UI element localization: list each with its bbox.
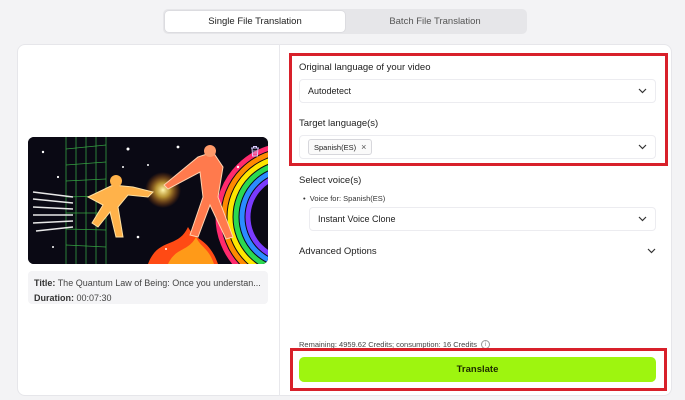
- video-thumbnail: [28, 137, 268, 264]
- remove-chip-icon[interactable]: ×: [361, 142, 366, 152]
- video-duration-value: 00:07:30: [76, 293, 112, 303]
- advanced-options-label: Advanced Options: [299, 245, 377, 257]
- translate-button[interactable]: Translate: [299, 357, 656, 382]
- translation-mode-tabs: Single File Translation Batch File Trans…: [163, 9, 527, 34]
- video-title-label: Title:: [34, 278, 56, 288]
- bullet-icon: •: [303, 194, 310, 203]
- video-duration-label: Duration:: [34, 293, 74, 303]
- original-language-value: Autodetect: [308, 86, 352, 96]
- target-language-chip-label: Spanish(ES): [314, 142, 357, 152]
- video-title-row: Title: The Quantum Law of Being: Once yo…: [34, 276, 266, 291]
- target-language-select[interactable]: Spanish(ES) ×: [299, 135, 656, 159]
- original-language-select[interactable]: Autodetect: [299, 79, 656, 103]
- voice-for-label: • Voice for: Spanish(ES): [303, 194, 385, 203]
- video-title-value: The Quantum Law of Being: Once you under…: [57, 278, 261, 288]
- voice-value: Instant Voice Clone: [318, 214, 396, 224]
- chevron-down-icon: [638, 216, 647, 222]
- info-icon[interactable]: i: [481, 340, 491, 349]
- video-artwork: [28, 137, 268, 264]
- video-duration-row: Duration: 00:07:30: [34, 291, 266, 306]
- chevron-down-icon: [647, 248, 656, 254]
- delete-video-icon[interactable]: [250, 145, 260, 157]
- chevron-down-icon: [638, 88, 647, 94]
- target-language-label: Target language(s): [299, 118, 379, 129]
- voice-for-text: Voice for: Spanish(ES): [309, 194, 386, 203]
- original-language-label: Original language of your video: [299, 62, 431, 73]
- credits-text: Remaining: 4959.62 Credits; consumption:…: [299, 340, 478, 349]
- select-voice-label: Select voice(s): [299, 175, 362, 186]
- tab-single-file-translation[interactable]: Single File Translation: [165, 11, 345, 32]
- advanced-options-toggle[interactable]: Advanced Options: [299, 243, 656, 259]
- tab-batch-file-translation[interactable]: Batch File Translation: [345, 11, 525, 32]
- voice-select[interactable]: Instant Voice Clone: [309, 207, 656, 231]
- credits-info: Remaining: 4959.62 Credits; consumption:…: [299, 340, 491, 349]
- panel-divider: [279, 44, 280, 396]
- target-language-chip: Spanish(ES) ×: [308, 139, 373, 155]
- chevron-down-icon: [638, 144, 647, 150]
- video-metadata: Title: The Quantum Law of Being: Once yo…: [28, 271, 268, 304]
